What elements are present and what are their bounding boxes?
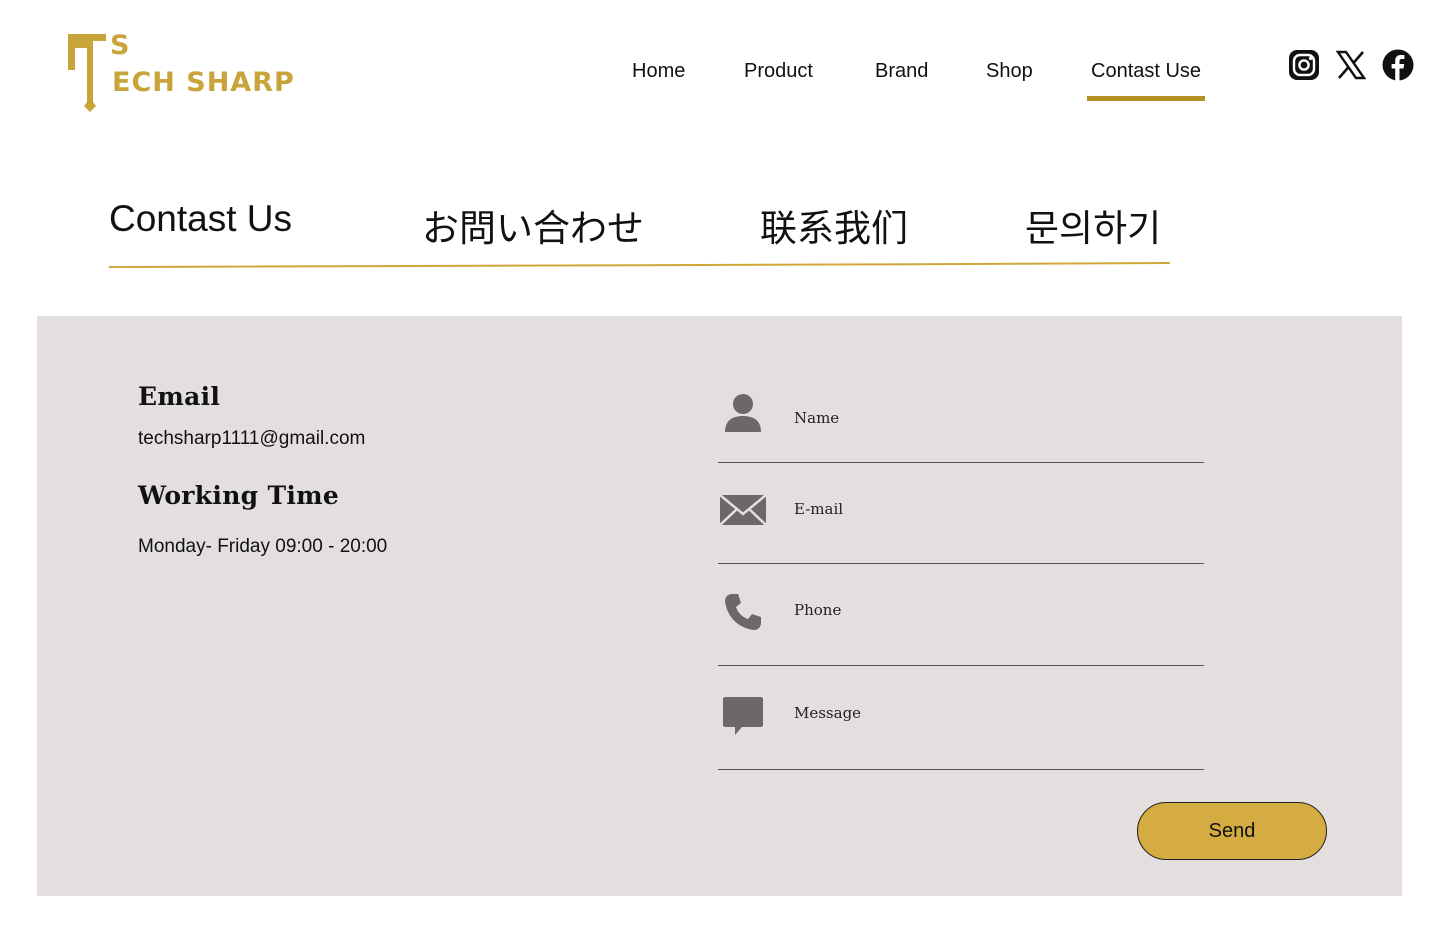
name-input[interactable] (792, 402, 1196, 434)
user-icon (718, 390, 768, 436)
heading-contact-en: Contast Us (109, 198, 293, 239)
instagram-icon[interactable] (1288, 49, 1320, 81)
name-field (718, 382, 1204, 463)
nav-home[interactable]: Home (632, 60, 685, 83)
facebook-icon[interactable] (1382, 49, 1414, 81)
x-icon[interactable] (1336, 50, 1366, 80)
nav-product[interactable]: Product (744, 60, 813, 83)
phone-field (718, 585, 1204, 666)
phone-icon (718, 589, 768, 635)
heading-contact-ja: お問い合わせ (422, 208, 644, 249)
email-input[interactable] (792, 493, 1196, 525)
email-heading: Email (138, 382, 221, 411)
contact-panel: Email techsharp1111@gmail.com Working Ti… (37, 316, 1402, 896)
message-input[interactable] (792, 697, 1196, 729)
nav-contact[interactable]: Contast Use (1086, 60, 1206, 101)
working-time-heading: Working Time (138, 481, 340, 510)
send-button[interactable]: Send (1137, 802, 1327, 860)
heading-underline (108, 262, 1171, 268)
working-time-value: Monday- Friday 09:00 - 20:00 (138, 536, 388, 557)
heading-contact-zh: 联系我们 (760, 208, 908, 249)
phone-input[interactable] (792, 594, 1196, 626)
nav-shop[interactable]: Shop (986, 60, 1033, 83)
nav-brand[interactable]: Brand (875, 60, 928, 83)
envelope-icon (718, 487, 768, 533)
heading-contact-ko: 문의하기 (1025, 208, 1162, 249)
main-nav: Home Product Brand Shop Contast Use (0, 60, 1440, 102)
email-value: techsharp1111@gmail.com (138, 428, 366, 449)
logo-top-letter: S (110, 30, 130, 61)
email-field (718, 483, 1204, 564)
message-field (718, 687, 1204, 770)
chat-bubble-icon (718, 693, 768, 739)
